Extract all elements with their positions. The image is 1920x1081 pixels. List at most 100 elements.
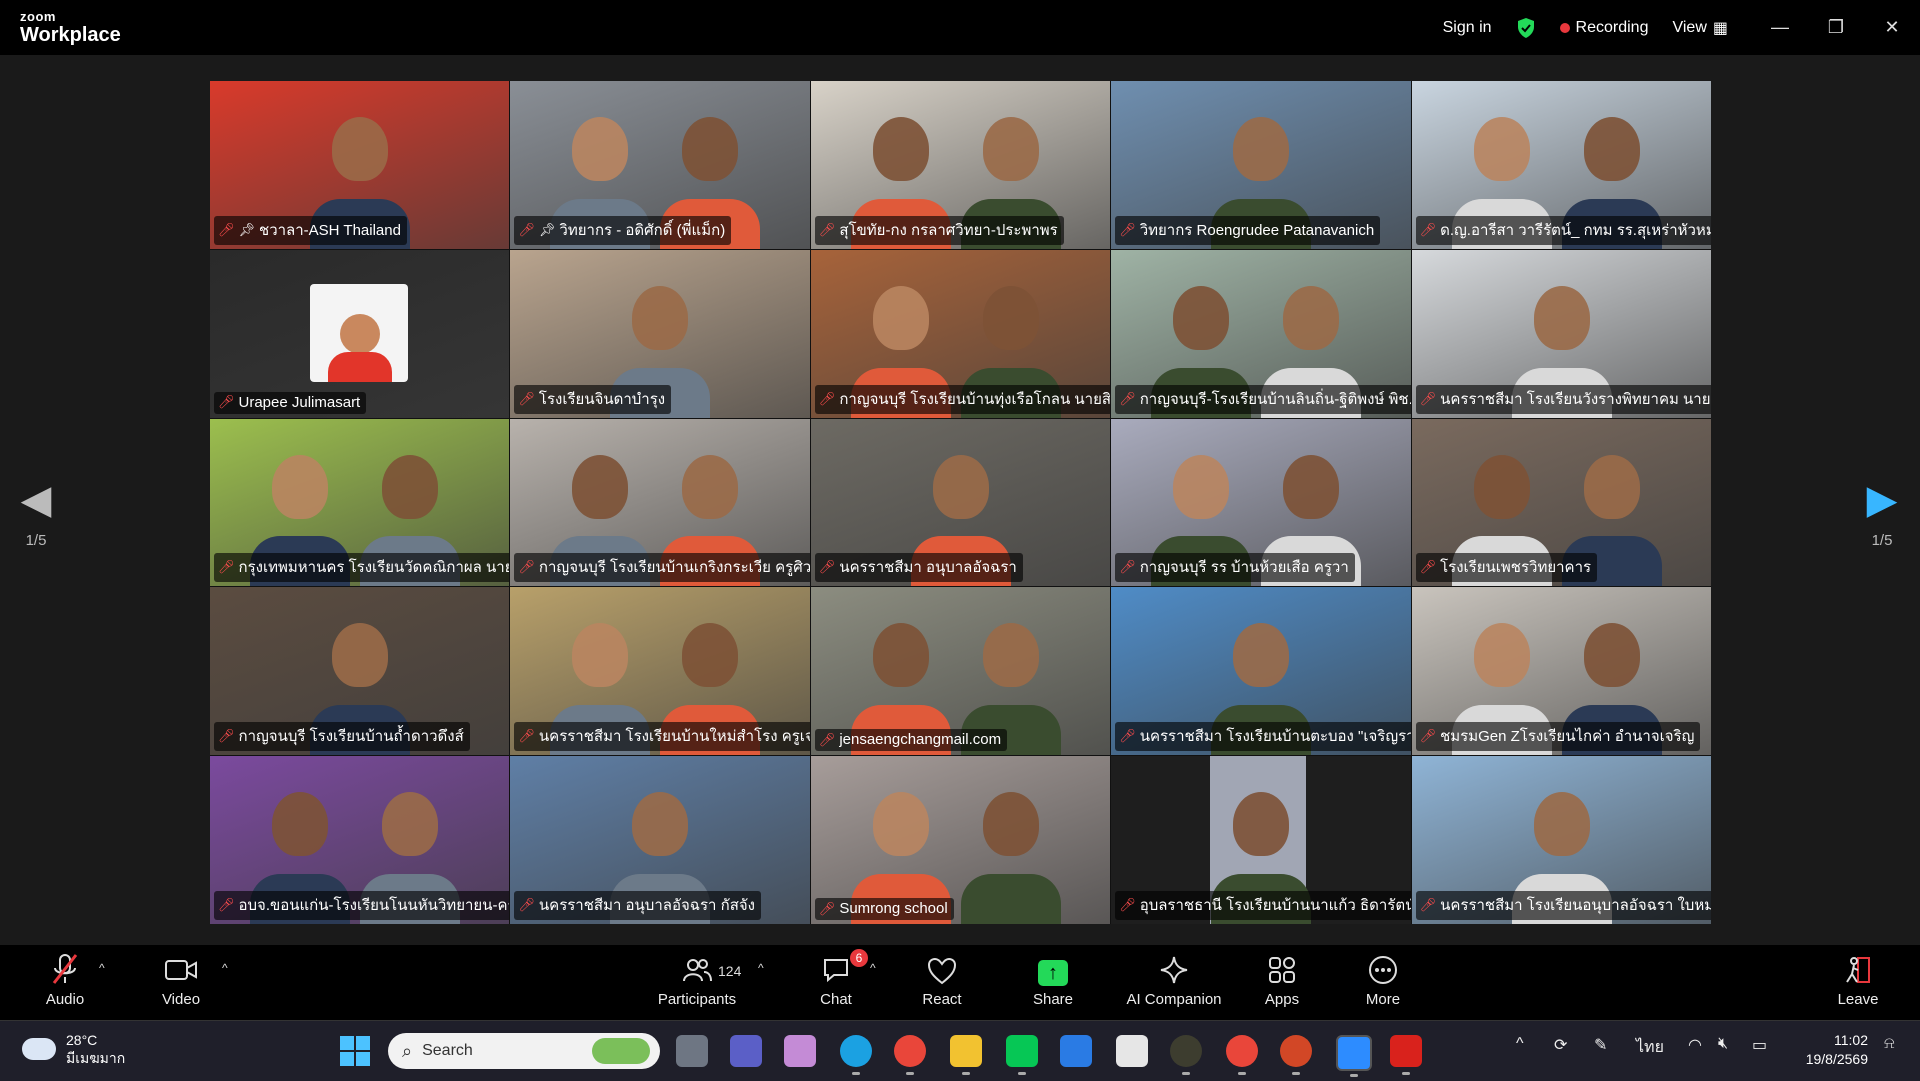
participant-tile[interactable]: 🎤︎ กาญจนบุรี รร บ้านห้วยเสือ ครูวา [1111,418,1411,587]
participant-face [272,454,328,519]
participant-tile[interactable]: 🎤︎ โรงเรียนเพชรวิทยาคาร [1411,418,1711,587]
restore-button[interactable]: ❐ [1808,17,1864,38]
participant-tile[interactable]: 🎤︎ jensaengchangmail.com [810,587,1111,756]
participants-button[interactable]: Participants [655,953,739,1008]
participant-tile[interactable]: 🎤︎ 📌︎ ชวาลา-ASH Thailand [210,81,510,249]
participant-name-tag: 🎤︎ กาญจนบุรี โรงเรียนบ้านถ้ำดาวดึงส์ [214,722,470,752]
sync-icon[interactable]: ⟳ [1554,1035,1567,1055]
participant-face [1533,285,1590,350]
participant-name-tag: 🎤︎ นครราชสีมา โรงเรียนวังรางพิทยาคม นายเจ… [1415,384,1711,414]
participant-tile[interactable]: 🎤︎ กาญจนบุรี-โรงเรียนบ้านลินถิ่น-ฐิติพงษ์… [1111,249,1411,418]
notification-bell-icon[interactable]: ⍾ [1884,1035,1895,1053]
audio-options-caret[interactable]: ^ [99,961,105,975]
windows-start-icon[interactable] [340,1036,370,1066]
chat-options-caret[interactable]: ^ [870,961,876,975]
participant-name-tag: 🎤︎ นครราชสีมา โรงเรียนบ้านตะบอง "เจริญราษ… [1115,722,1411,752]
chrome-icon[interactable] [894,1035,926,1075]
line-icon[interactable] [1006,1035,1038,1075]
participant-face [1473,454,1530,519]
zoom-icon[interactable] [1336,1035,1372,1077]
app-icon[interactable] [1170,1035,1202,1075]
participant-face [1583,117,1640,181]
participant-tile[interactable]: 🎤︎ อุบลราชธานี โรงเรียนบ้านนาแก้ว ธิดารัต… [1111,756,1411,924]
participant-tile[interactable]: 🎤︎ นครราชสีมา โรงเรียนบ้านตะบอง "เจริญราษ… [1111,587,1411,756]
participant-tile[interactable]: 🎤︎ นครราชสีมา อนุบาลอัจฉรา กัสจัง [510,756,810,924]
participant-tile[interactable]: 🎤︎ นครราชสีมา โรงเรียนวังรางพิทยาคม นายเจ… [1411,249,1711,418]
participant-name: กาญจนบุรี โรงเรียนบ้านเกริงกระเวีย ครูศิ… [538,559,810,577]
participant-tile[interactable]: 🎤︎ Sumrong school [810,756,1111,924]
muted-mic-icon [42,953,88,987]
participants-options-caret[interactable]: ^ [758,961,764,975]
participant-face [1533,792,1590,857]
weather-widget[interactable]: 28°C มีเมฆมาก [22,1031,125,1067]
ai-companion-button[interactable]: AI Companion [1124,953,1224,1008]
battery-icon[interactable]: ▭ [1752,1035,1767,1055]
file-explorer-icon[interactable] [950,1035,982,1075]
taskbar-search-box[interactable]: ⌕ Search [388,1033,660,1069]
participant-tile[interactable]: 🎤︎ โรงเรียนจินดาบำรุง [510,249,810,418]
participant-tile[interactable]: 🎤︎ กรุงเทพมหานคร โรงเรียนวัดคณิกาผล นาย..… [210,418,510,587]
edge-icon[interactable] [840,1035,872,1075]
audio-button[interactable]: Audio [42,953,88,1008]
cloud-icon [22,1038,56,1060]
muted-mic-icon: 🎤︎ [818,390,836,406]
show-hidden-icons-icon[interactable]: ^ [1516,1035,1524,1053]
video-options-caret[interactable]: ^ [222,961,228,975]
task-view-icon[interactable] [676,1035,708,1067]
participant-face [632,285,689,350]
teams-icon[interactable] [730,1035,762,1067]
close-window-button[interactable]: ✕ [1864,17,1920,38]
minimize-button[interactable]: — [1752,17,1808,38]
participant-name: jensaengchangmail.com [839,731,1002,749]
share-button[interactable]: ↑ Share [1029,953,1077,1008]
wifi-icon[interactable]: ◠ [1688,1035,1702,1055]
participant-name: Sumrong school [839,900,948,917]
participant-face [982,117,1039,181]
participant-tile[interactable]: 🎤︎ นครราชสีมา โรงเรียนอนุบาลอัจฉรา ใบหม่อ… [1411,756,1711,924]
input-language[interactable]: ไทย [1636,1035,1664,1060]
video-button[interactable]: Video [158,953,204,1008]
participant-tile[interactable]: 🎤︎ กาญจนบุรี โรงเรียนบ้านถ้ำดาวดึงส์ [210,587,510,756]
participants-label: Participants [657,991,737,1008]
react-button[interactable]: React [918,953,966,1008]
muted-mic-icon: 🎤︎ [818,900,836,916]
participant-tile[interactable]: 🎤︎ ชมรมGen Zโรงเรียนไกค่า อำนาจเจริญ [1411,587,1711,756]
copilot-icon[interactable] [784,1035,816,1067]
participant-name-tag: 🎤︎ นครราชสีมา อนุบาลอัจฉรา [814,553,1023,583]
apps-button[interactable]: Apps [1262,953,1302,1008]
next-page-button[interactable]: ▶ 1/5 [1852,480,1912,549]
leave-button[interactable]: Leave [1836,953,1880,1008]
participant-tile[interactable]: 🎤︎ วิทยากร Roengrudee Patanavanich [1111,81,1411,249]
audio-label: Audio [45,991,85,1008]
pen-icon[interactable]: ✎ [1594,1035,1607,1055]
sparkle-icon [1124,953,1224,987]
participant-tile[interactable]: 🎤︎ 📌︎ วิทยากร - อดิศักดิ์ (พี่แม็ก) [510,81,810,249]
outlook-icon[interactable] [1060,1035,1092,1067]
participant-name: กาญจนบุรี โรงเรียนบ้านถ้ำดาวดึงส์ [238,728,464,746]
sign-in-button[interactable]: Sign in [1443,19,1492,37]
store-icon[interactable] [1116,1035,1148,1067]
participant-tile[interactable]: 🎤︎ กาญจนบุรี โรงเรียนบ้านเกริงกระเวีย ครู… [510,418,810,587]
participant-tile[interactable]: 🎤︎ กาญจนบุรี โรงเรียนบ้านทุ่งเรือโกลน นาย… [810,249,1111,418]
encryption-shield-icon[interactable] [1516,17,1536,39]
participant-tile[interactable]: 🎤︎ สุโขทัย-กง กรลาศวิทยา-ประพาพร [810,81,1111,249]
participant-tile[interactable]: 🎤︎ Urapee Julimasart [210,249,510,418]
participant-tile[interactable]: 🎤︎ นครราชสีมา โรงเรียนบ้านใหม่สำโรง ครูเจ… [510,587,810,756]
participant-name-tag: 🎤︎ ด.ญ.อารีสา วารีรัตน์_ กทม รร.สุเหร่าหั… [1415,215,1711,245]
chat-button[interactable]: 6 Chat [814,949,868,1008]
powerpoint-icon[interactable] [1280,1035,1312,1075]
chrome-profile-icon[interactable] [1226,1035,1258,1075]
participant-tile[interactable]: 🎤︎ อบจ.ขอนแก่น-โรงเรียนโนนหันวิทยายน-ครู.… [210,756,510,924]
leave-label: Leave [1837,991,1879,1008]
view-button[interactable]: View ▦ [1672,18,1728,38]
more-button[interactable]: More [1363,953,1403,1008]
volume-muted-icon[interactable]: 🔇︎ [1718,1035,1728,1053]
participant-tile[interactable]: 🎤︎ ด.ญ.อารีสา วารีรัตน์_ กทม รร.สุเหร่าหั… [1411,81,1711,249]
recording-indicator[interactable]: Recording [1559,19,1648,37]
participant-tile[interactable]: 🎤︎ นครราชสีมา อนุบาลอัจฉรา [810,418,1111,587]
system-clock[interactable]: 11:02 19/8/2569 [1806,1031,1868,1069]
previous-page-button[interactable]: ◀ 1/5 [6,480,66,549]
apps-icon [1262,953,1302,987]
muted-mic-icon: 🎤︎ [1119,897,1136,912]
acrobat-icon[interactable] [1390,1035,1422,1075]
